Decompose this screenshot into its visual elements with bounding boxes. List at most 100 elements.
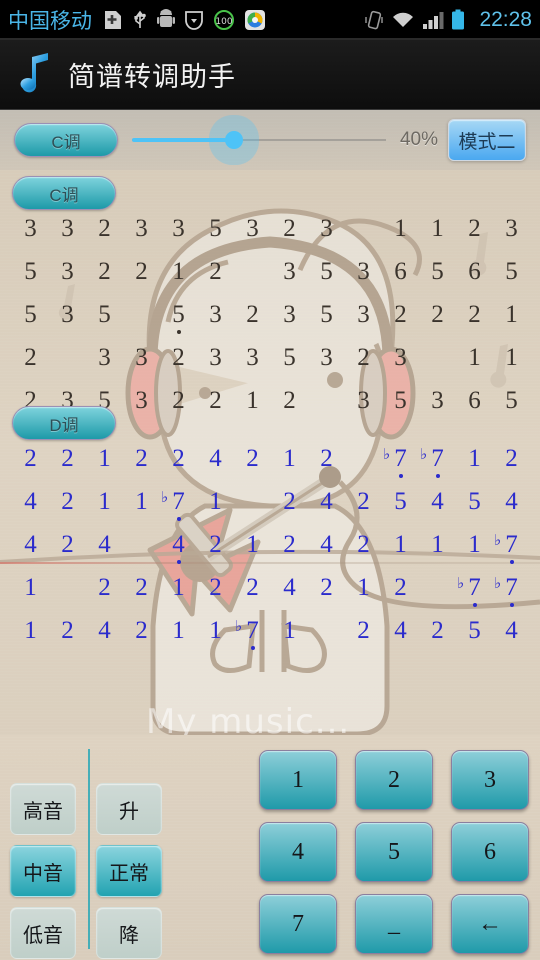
note-cell[interactable]: 1	[493, 300, 530, 330]
note-cell[interactable]: 3	[197, 343, 234, 373]
note-cell[interactable]: 5	[86, 300, 123, 330]
note-cell[interactable]: 5	[12, 300, 49, 330]
note-cell[interactable]: 3	[123, 343, 160, 373]
note-cell[interactable]: ♭ 7	[493, 573, 530, 607]
note-cell[interactable]: 2	[197, 257, 234, 287]
note-cell[interactable]: 2	[419, 300, 456, 330]
note-cell[interactable]: 1	[456, 343, 493, 373]
note-cell[interactable]: 3	[271, 257, 308, 287]
note-cell[interactable]: ♭ 7	[234, 616, 271, 650]
note-cell[interactable]: 4	[382, 616, 419, 646]
note-cell[interactable]: 1	[160, 573, 197, 603]
note-cell[interactable]: 2	[197, 573, 234, 603]
note-cell[interactable]: 3	[234, 343, 271, 373]
note-cell[interactable]: 1	[493, 343, 530, 373]
note-cell[interactable]: 2	[197, 530, 234, 560]
note-cell[interactable]: 5	[12, 257, 49, 287]
section-key-button[interactable]: D调	[12, 406, 116, 440]
note-cell[interactable]: 2	[419, 616, 456, 646]
note-cell[interactable]: 1	[197, 487, 234, 517]
key-4-button[interactable]: 4	[259, 822, 337, 882]
note-cell[interactable]: 2	[234, 444, 271, 474]
accidental-natural-button[interactable]: 正常	[96, 845, 162, 897]
note-cell[interactable]: 5	[419, 257, 456, 287]
note-cell[interactable]: 3	[197, 300, 234, 330]
note-cell[interactable]: 2	[382, 300, 419, 330]
note-cell[interactable]: 2	[456, 214, 493, 244]
note-cell[interactable]: 2	[86, 257, 123, 287]
note-cell[interactable]: 4	[160, 530, 197, 564]
key-underscore-button[interactable]: _	[355, 894, 433, 954]
note-cell[interactable]: 2	[382, 573, 419, 603]
note-cell[interactable]: 4	[308, 530, 345, 560]
note-cell[interactable]: 2	[345, 343, 382, 373]
note-cell[interactable]: 2	[86, 214, 123, 244]
note-cell[interactable]: 5	[160, 300, 197, 334]
note-cell[interactable]: 2	[49, 616, 86, 646]
accidental-sharp-button[interactable]: 升	[96, 783, 162, 835]
note-cell[interactable]: 2	[308, 573, 345, 603]
note-cell[interactable]: 3	[160, 214, 197, 244]
octave-low-button[interactable]: 低音	[10, 907, 76, 959]
note-cell[interactable]: 3	[12, 214, 49, 244]
note-cell[interactable]: 2	[123, 444, 160, 474]
key-backspace-button[interactable]: ←	[451, 894, 529, 954]
key-5-button[interactable]: 5	[355, 822, 433, 882]
key-7-button[interactable]: 7	[259, 894, 337, 954]
accidental-flat-button[interactable]: 降	[96, 907, 162, 959]
note-cell[interactable]: 1	[86, 487, 123, 517]
note-cell[interactable]: 2	[12, 444, 49, 474]
note-cell[interactable]: 1	[197, 616, 234, 646]
note-cell[interactable]: 1	[419, 214, 456, 244]
note-cell[interactable]: 1	[160, 257, 197, 287]
key-6-button[interactable]: 6	[451, 822, 529, 882]
note-cell[interactable]: 2	[345, 530, 382, 560]
note-cell[interactable]: 4	[197, 444, 234, 474]
note-cell[interactable]: 1	[12, 573, 49, 603]
note-cell[interactable]: 2	[160, 444, 197, 474]
note-cell[interactable]: 5	[308, 300, 345, 330]
note-cell[interactable]: 3	[308, 214, 345, 244]
note-cell[interactable]: 2	[49, 444, 86, 474]
note-cell[interactable]: 5	[382, 487, 419, 517]
note-cell[interactable]: ♭ 7	[160, 487, 197, 521]
note-cell[interactable]: 2	[456, 300, 493, 330]
note-cell[interactable]: 2	[234, 573, 271, 603]
note-cell[interactable]: 2	[345, 487, 382, 517]
note-cell[interactable]: 1	[419, 530, 456, 560]
note-cell[interactable]: 5	[271, 343, 308, 373]
source-key-button[interactable]: C调	[14, 123, 118, 157]
note-cell[interactable]: 4	[271, 573, 308, 603]
note-cell[interactable]: 2	[49, 530, 86, 560]
note-cell[interactable]: 2	[308, 444, 345, 474]
note-cell[interactable]: 4	[419, 487, 456, 517]
note-cell[interactable]: ♭ 7	[456, 573, 493, 607]
note-cell[interactable]: 3	[49, 257, 86, 287]
note-cell[interactable]: 3	[86, 343, 123, 373]
slider-thumb[interactable]	[224, 131, 243, 149]
mode-button[interactable]: 模式二	[448, 119, 526, 161]
note-cell[interactable]: 1	[123, 487, 160, 517]
note-cell[interactable]: 3	[49, 300, 86, 330]
note-cell[interactable]: 1	[456, 530, 493, 560]
note-cell[interactable]: ♭ 7	[419, 444, 456, 478]
note-cell[interactable]: 2	[86, 573, 123, 603]
note-cell[interactable]: 2	[123, 257, 160, 287]
note-cell[interactable]: 2	[345, 616, 382, 646]
note-cell[interactable]: 6	[382, 257, 419, 287]
key-2-button[interactable]: 2	[355, 750, 433, 810]
note-cell[interactable]: 4	[493, 487, 530, 517]
note-cell[interactable]: 3	[49, 214, 86, 244]
note-cell[interactable]: 5	[308, 257, 345, 287]
note-cell[interactable]: 2	[12, 343, 49, 373]
note-cell[interactable]: 5	[456, 487, 493, 517]
key-3-button[interactable]: 3	[451, 750, 529, 810]
note-cell[interactable]: 2	[123, 573, 160, 603]
note-cell[interactable]: 2	[123, 616, 160, 646]
note-cell[interactable]: 3	[345, 300, 382, 330]
note-cell[interactable]: 4	[86, 530, 123, 560]
note-cell[interactable]: ♭ 7	[493, 530, 530, 564]
note-cell[interactable]: 1	[382, 214, 419, 244]
note-cell[interactable]: 4	[493, 616, 530, 646]
note-cell[interactable]: 3	[308, 343, 345, 373]
